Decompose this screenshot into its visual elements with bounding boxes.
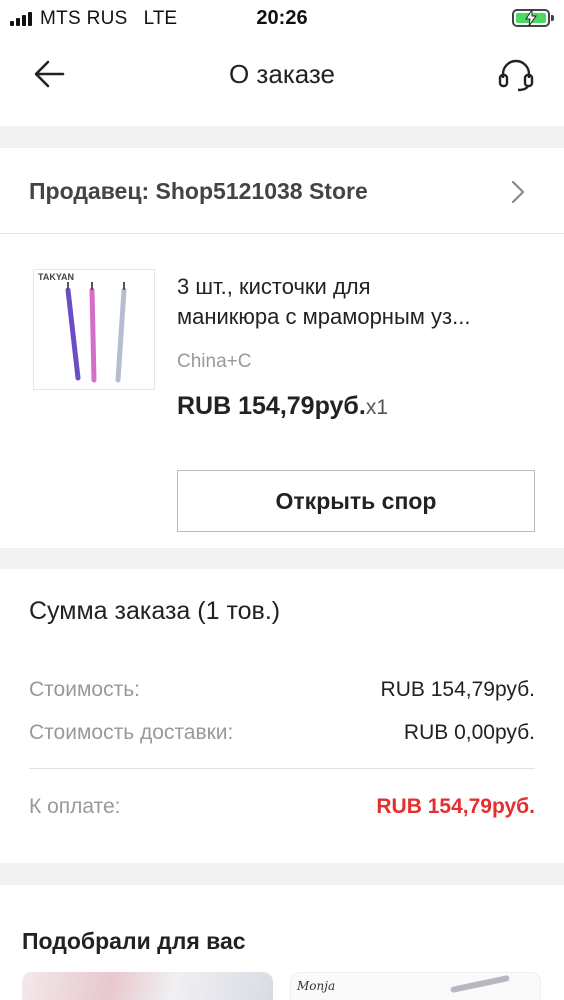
- product-image-brand: TAKYAN: [38, 272, 75, 282]
- nail-brush-picture: [65, 282, 127, 383]
- shipping-row: Стоимость доставки: RUB 0,00руб.: [29, 721, 535, 745]
- battery-fill: [516, 10, 546, 26]
- product-price: RUB 154,79руб.x1: [177, 392, 388, 421]
- product-title-line-1: 3 шт., кисточки для: [177, 274, 371, 299]
- top-navigation-bar: О заказе: [0, 36, 564, 126]
- product-quantity: x1: [365, 396, 388, 419]
- order-item-card: Продавец: Shop5121038 Store TAKYAN 3 шт.…: [0, 148, 564, 548]
- recommended-product-brand: Monja: [297, 979, 336, 993]
- recommended-product-card[interactable]: Monja: [290, 972, 541, 1000]
- status-bar: MTS RUS LTE 20:26: [0, 0, 564, 36]
- recommendations-section: Подобрали для вас Monja: [0, 885, 564, 1000]
- product-variant: China+C: [177, 351, 252, 372]
- product-price-value: RUB 154,79руб.: [177, 392, 366, 420]
- product-image[interactable]: TAKYAN: [33, 269, 155, 390]
- battery-icon: [512, 9, 554, 27]
- chevron-right-icon: [511, 180, 525, 204]
- status-time: 20:26: [256, 7, 308, 29]
- order-summary-card: Сумма заказа (1 тов.) Стоимость: RUB 154…: [0, 569, 564, 863]
- product-title-line-2: маникюра с мраморным уз...: [177, 304, 471, 329]
- battery-cap: [551, 15, 554, 21]
- product-title[interactable]: 3 шт., кисточки для маникюра с мраморным…: [177, 272, 537, 332]
- charging-bolt-icon: [525, 10, 537, 26]
- cost-row: Стоимость: RUB 154,79руб.: [29, 678, 535, 702]
- cost-label: Стоимость:: [29, 678, 140, 701]
- seller-row[interactable]: Продавец: Shop5121038 Store: [0, 148, 564, 234]
- summary-divider: [29, 768, 535, 769]
- recommendations-title: Подобрали для вас: [22, 928, 246, 954]
- page-title: О заказе: [228, 59, 336, 89]
- total-row: К оплате: RUB 154,79руб.: [29, 795, 535, 819]
- seller-name: Продавец: Shop5121038 Store: [29, 178, 368, 204]
- cost-value: RUB 154,79руб.: [380, 678, 535, 701]
- recommended-product-image: [450, 974, 510, 994]
- headset-icon: [498, 59, 534, 92]
- support-button[interactable]: [496, 54, 536, 94]
- total-value: RUB 154,79руб.: [376, 795, 535, 818]
- shipping-label: Стоимость доставки:: [29, 721, 234, 744]
- total-label: К оплате:: [29, 795, 121, 818]
- recommended-product-card[interactable]: [22, 972, 273, 1000]
- order-summary-title: Сумма заказа (1 тов.): [29, 597, 281, 625]
- shipping-value: RUB 0,00руб.: [403, 721, 535, 744]
- open-dispute-button[interactable]: Открыть спор: [177, 470, 535, 532]
